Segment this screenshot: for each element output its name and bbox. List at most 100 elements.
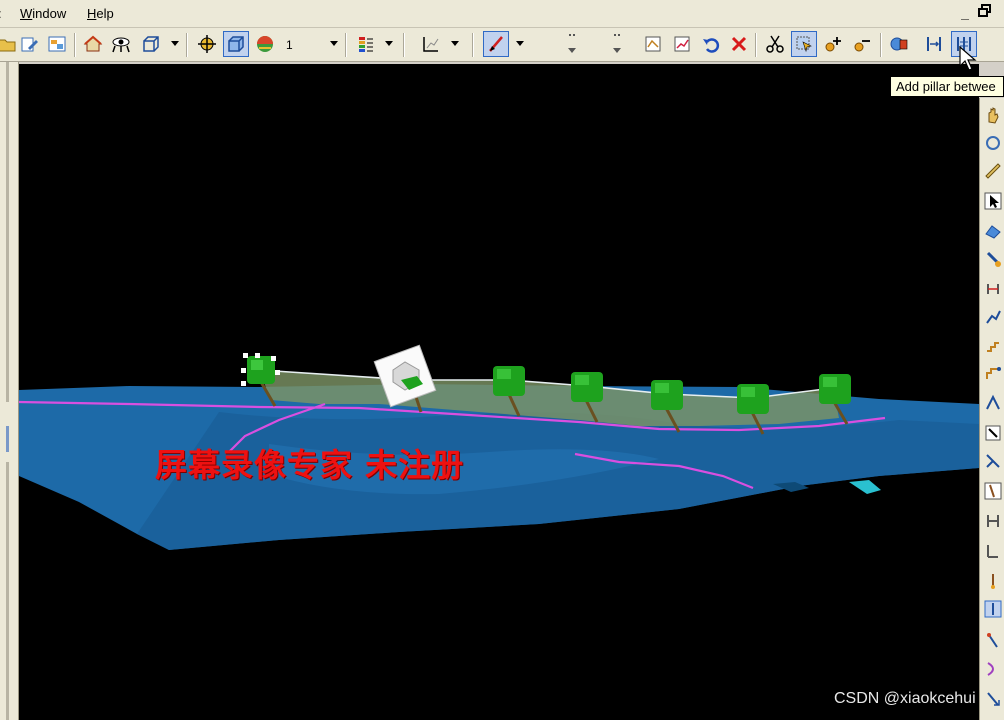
- color-legend-icon: [359, 37, 373, 52]
- angle-tool-icon[interactable]: [984, 542, 1002, 560]
- pillar-curve-icon[interactable]: [984, 660, 1002, 678]
- selection-handle[interactable]: [243, 353, 248, 358]
- color-legend-button[interactable]: [353, 31, 379, 57]
- chevron-down-icon[interactable]: [385, 41, 393, 46]
- 3d-scene[interactable]: [19, 64, 979, 720]
- pillar-highlight: [823, 377, 837, 387]
- right-toolbox: [979, 98, 1004, 720]
- view-eye-button[interactable]: [108, 31, 134, 57]
- target-crosshair-icon: [198, 35, 216, 53]
- cut-button[interactable]: [762, 31, 788, 57]
- tooltip: Add pillar betwee: [890, 76, 1004, 97]
- menu-help-mnemonic: H: [87, 6, 97, 21]
- edit-surface-icon: [645, 36, 661, 52]
- home-icon: [83, 35, 103, 52]
- menu-help-rest: elp: [96, 6, 114, 21]
- add-point-button[interactable]: [820, 31, 846, 57]
- pillar-tool-icon[interactable]: [984, 250, 1002, 268]
- fly-view-button[interactable]: [886, 31, 912, 57]
- edit-file-button[interactable]: [16, 31, 42, 57]
- source-credit: CSDN @xiaokcehui: [834, 690, 976, 707]
- toolbar-separator: [186, 33, 188, 57]
- shaded-sphere-button[interactable]: [252, 31, 278, 57]
- chevron-down-icon[interactable]: [171, 41, 179, 46]
- link-tool-icon[interactable]: [984, 512, 1002, 530]
- add-pillar-button[interactable]: [921, 31, 947, 57]
- minimize-button[interactable]: _: [956, 2, 974, 22]
- folder-open-icon: [0, 39, 16, 52]
- rotate-icon[interactable]: [984, 134, 1002, 152]
- menu-window[interactable]: Window: [20, 6, 66, 21]
- split-tool-icon[interactable]: [984, 452, 1002, 470]
- menu-help[interactable]: Help: [87, 6, 114, 21]
- main-toolbar: 1: [0, 28, 1004, 62]
- toolbar-separator: [403, 33, 405, 57]
- layers-window-icon: [48, 36, 66, 52]
- grip-handle-icon: [613, 34, 621, 53]
- restore-icon: [978, 4, 991, 17]
- chevron-down-icon[interactable]: [451, 41, 459, 46]
- toolbar-separator: [472, 33, 474, 57]
- selection-handle[interactable]: [255, 353, 260, 358]
- home-button[interactable]: [80, 31, 106, 57]
- axis-icon: [423, 37, 439, 52]
- trend-tool-icon[interactable]: [984, 308, 1002, 326]
- edit-file-icon: [21, 37, 38, 52]
- recorder-watermark: 屏幕录像专家 未注册: [155, 446, 465, 484]
- fault-tool-icon[interactable]: [984, 482, 1002, 500]
- restore-button[interactable]: [976, 2, 994, 22]
- pillar-highlight: [497, 369, 511, 379]
- axis-button[interactable]: [418, 31, 444, 57]
- staircase-tool-icon[interactable]: [984, 336, 1002, 354]
- edit-surface-button[interactable]: [640, 31, 666, 57]
- remove-point-button[interactable]: [849, 31, 875, 57]
- chevron-down-icon[interactable]: [330, 41, 338, 46]
- undo-icon: [703, 38, 720, 53]
- delete-button[interactable]: [726, 31, 752, 57]
- select-tool-icon: [796, 36, 812, 53]
- ruler-icon[interactable]: [984, 162, 1002, 180]
- book-tool-icon[interactable]: [984, 424, 1002, 442]
- undo-button[interactable]: [698, 31, 724, 57]
- delete-icon: [731, 36, 747, 52]
- pillar-highlight: [741, 387, 755, 397]
- pillar-select-icon[interactable]: [984, 600, 1002, 618]
- application-window: : Window Help _: [0, 0, 1004, 720]
- selection-handle[interactable]: [275, 370, 280, 375]
- add-pillar-icon: [927, 37, 941, 51]
- wireframe-cube-button[interactable]: [138, 31, 164, 57]
- remove-point-icon: [854, 40, 870, 52]
- chevron-down-icon[interactable]: [516, 41, 524, 46]
- pillar-point-icon[interactable]: [984, 572, 1002, 590]
- pen-stroke-icon: [489, 36, 503, 52]
- selection-handle[interactable]: [241, 368, 246, 373]
- pillar-move-icon[interactable]: [984, 632, 1002, 650]
- select-tool-button[interactable]: [791, 31, 817, 57]
- dock-tab-marker[interactable]: [6, 426, 9, 452]
- connect-pillars-icon[interactable]: [984, 280, 1002, 298]
- left-dock-panel[interactable]: [0, 62, 19, 720]
- pen-stroke-button[interactable]: [483, 31, 509, 57]
- target-button[interactable]: [194, 31, 220, 57]
- selection-handle[interactable]: [271, 356, 276, 361]
- layers-window-button[interactable]: [44, 31, 70, 57]
- layer-select[interactable]: 1: [282, 36, 328, 54]
- surface-tool-icon[interactable]: [984, 222, 1002, 240]
- pillar-highlight: [655, 383, 669, 393]
- dock-splitter[interactable]: [6, 462, 9, 720]
- pointer-select-icon[interactable]: [984, 192, 1002, 210]
- chart-edit-button[interactable]: [669, 31, 695, 57]
- 3d-viewport[interactable]: 屏幕录像专家 未注册: [19, 64, 979, 720]
- pillar-extend-icon[interactable]: [984, 690, 1002, 708]
- chart-edit-icon: [674, 36, 690, 52]
- toolbar-grip[interactable]: [612, 30, 622, 60]
- dock-splitter[interactable]: [6, 62, 9, 402]
- hand-pan-icon[interactable]: [984, 106, 1002, 124]
- horizon-tool-icon[interactable]: [984, 364, 1002, 382]
- 3d-view-button[interactable]: [223, 31, 249, 57]
- selection-handle[interactable]: [241, 381, 246, 386]
- segment-tool-icon[interactable]: [984, 394, 1002, 412]
- pillar-highlight: [575, 375, 589, 385]
- toolbar-separator: [755, 33, 757, 57]
- toolbar-grip[interactable]: [567, 30, 577, 60]
